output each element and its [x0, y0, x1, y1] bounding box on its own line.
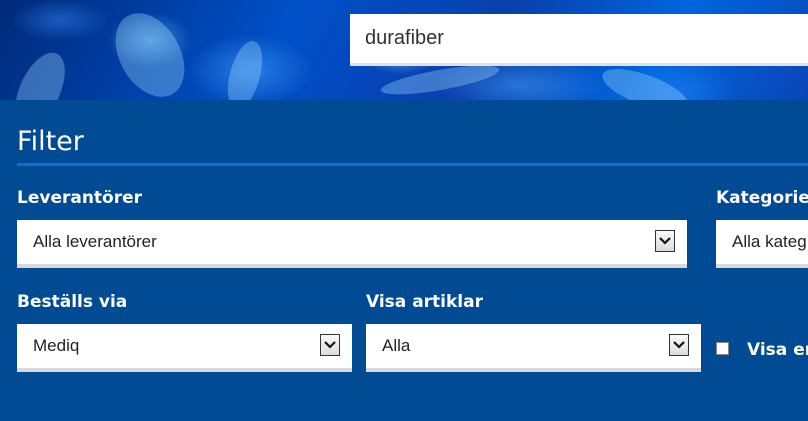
categories-select-value: Alla kateg — [732, 232, 807, 251]
chevron-down-icon[interactable] — [320, 334, 340, 356]
order-via-label: Beställs via — [17, 292, 128, 312]
show-articles-select[interactable]: Alla — [366, 324, 701, 372]
filter-title: Filter — [17, 126, 84, 157]
search-input-value: durafiber — [365, 27, 444, 49]
order-via-select[interactable]: Mediq — [17, 324, 352, 372]
search-input[interactable]: durafiber — [350, 14, 808, 66]
suppliers-select[interactable]: Alla leverantörer — [17, 220, 687, 268]
suppliers-select-value: Alla leverantörer — [33, 232, 157, 251]
chevron-down-icon[interactable] — [655, 230, 675, 252]
show-articles-label: Visa artiklar — [366, 292, 483, 312]
categories-label: Kategorier — [716, 188, 808, 208]
suppliers-label: Leverantörer — [17, 188, 143, 208]
categories-select[interactable]: Alla kateg — [716, 220, 808, 268]
order-via-select-value: Mediq — [33, 336, 80, 355]
filter-divider — [17, 163, 808, 166]
show-checkbox-label: Visa en — [747, 340, 808, 360]
show-articles-select-value: Alla — [382, 336, 411, 355]
chevron-down-icon[interactable] — [669, 334, 689, 356]
show-checkbox[interactable] — [716, 342, 729, 355]
